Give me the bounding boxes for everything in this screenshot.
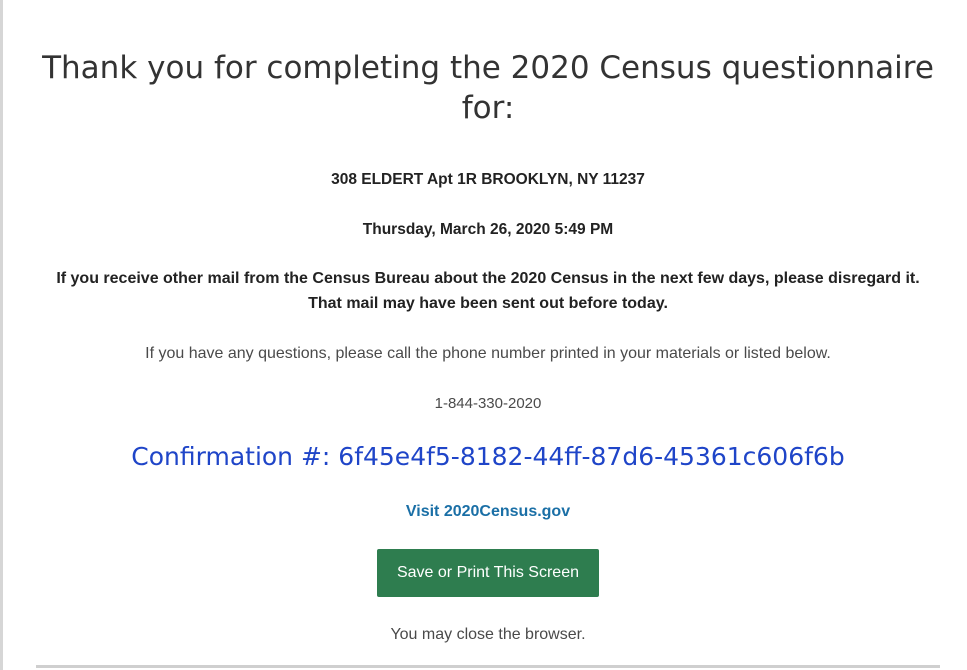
visit-census-link-label: Visit 2020Census.gov bbox=[405, 503, 571, 520]
submission-datetime: Thursday, March 26, 2020 5:49 PM bbox=[362, 221, 614, 238]
mail-notice: If you receive other mail from the Censu… bbox=[56, 270, 920, 312]
address-text: 308 ELDERT Apt 1R BROOKLYN, NY 11237 bbox=[331, 171, 645, 188]
save-or-print-button[interactable]: Save or Print This Screen bbox=[377, 549, 599, 597]
visit-census-link[interactable]: Visit 2020Census.gov bbox=[33, 500, 943, 524]
confirmation-number: Confirmation #: 6f45e4f5-8182-44ff-87d6-… bbox=[131, 442, 845, 471]
confirmation-page: Thank you for completing the 2020 Census… bbox=[0, 0, 967, 670]
bottom-divider bbox=[36, 665, 940, 668]
questions-text: If you have any questions, please call t… bbox=[145, 345, 831, 362]
page-title: Thank you for completing the 2020 Census… bbox=[42, 50, 934, 126]
phone-number: 1-844-330-2020 bbox=[434, 395, 542, 412]
close-browser-note: You may close the browser. bbox=[390, 626, 586, 643]
